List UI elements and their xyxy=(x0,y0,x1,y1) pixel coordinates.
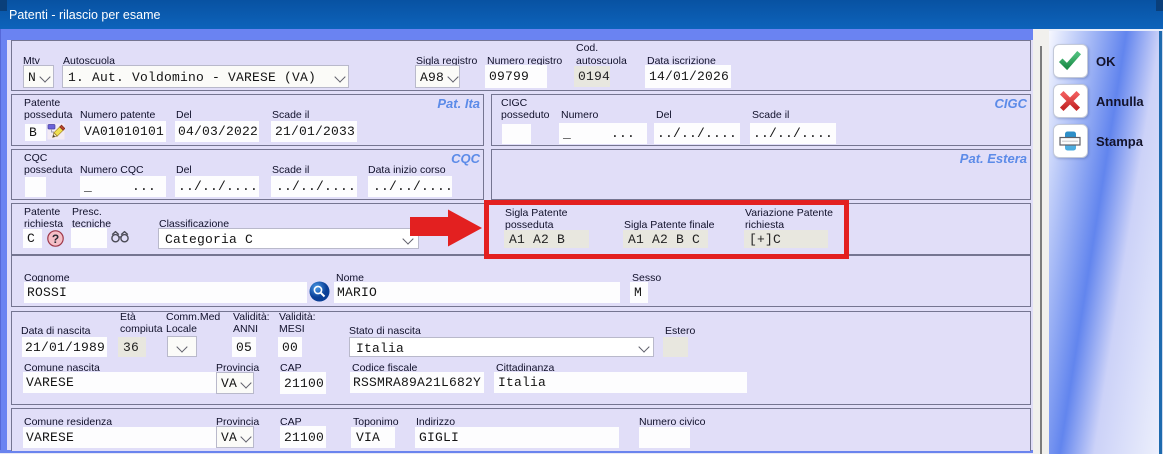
svg-text:?: ? xyxy=(52,232,59,246)
